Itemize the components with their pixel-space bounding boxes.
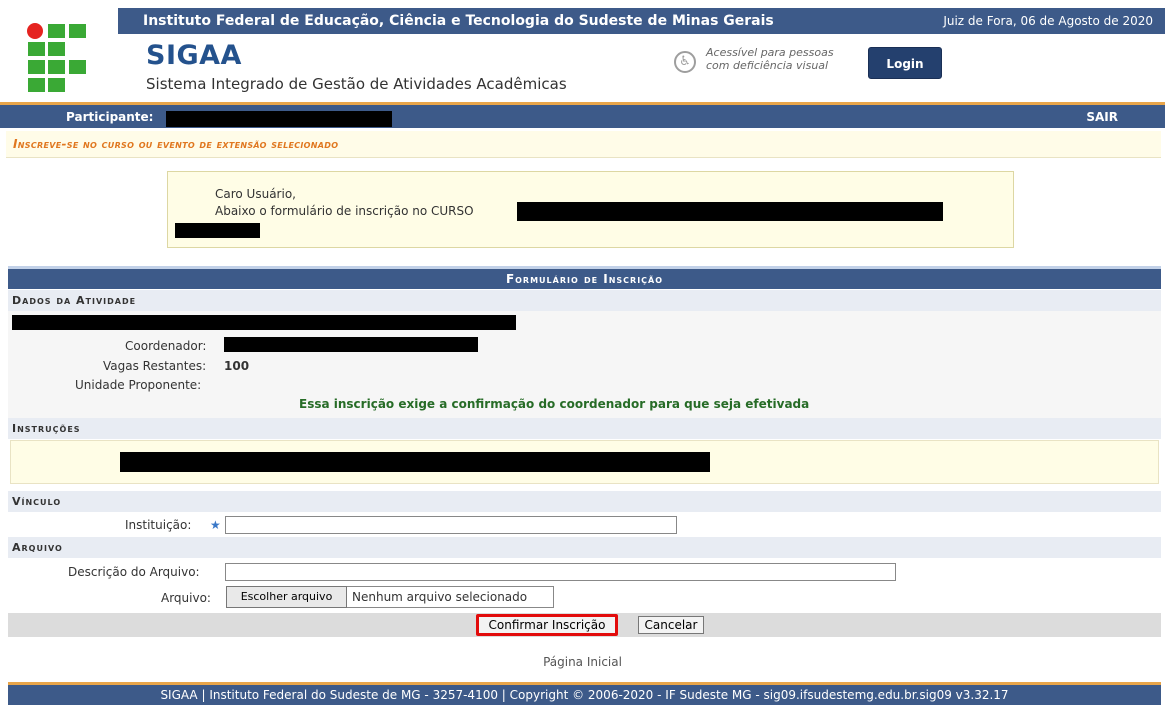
redacted-activity-title (12, 315, 516, 330)
institution-name: Instituto Federal de Educação, Ciência e… (143, 13, 774, 29)
coordinator-label: Coordenador: (125, 339, 207, 353)
proposing-unit-label: Unidade Proponente: (75, 378, 202, 392)
redacted-course-name-cont (175, 223, 260, 238)
institution-label: Instituição: (125, 518, 192, 532)
accessibility-text-line2: com deficiência visual (706, 59, 829, 72)
section-link: Vínculo (8, 491, 1161, 512)
redacted-coordinator-name (224, 337, 478, 352)
accessibility-icon[interactable]: ♿ (674, 51, 696, 73)
accessibility-text-line1: Acessível para pessoas (706, 46, 834, 59)
institution-input[interactable] (225, 516, 677, 534)
home-link[interactable]: Página Inicial (0, 655, 1165, 669)
logout-link[interactable]: SAIR (1086, 110, 1118, 124)
section-instructions: Instruções (8, 418, 1161, 439)
redacted-instructions-text (120, 452, 710, 472)
confirm-enrollment-button[interactable]: Confirmar Inscrição (476, 614, 618, 636)
file-description-label: Descrição do Arquivo: (68, 565, 200, 579)
cancel-button[interactable]: Cancelar (638, 616, 704, 634)
vacancies-label: Vagas Restantes: (103, 359, 207, 373)
participant-label: Participante: (66, 110, 154, 124)
message-greeting: Caro Usuário, (215, 187, 296, 201)
section-file: Arquivo (8, 537, 1161, 558)
footer: SIGAA | Instituto Federal do Sudeste de … (8, 682, 1161, 705)
choose-file-button[interactable]: Escolher arquivo (226, 586, 347, 608)
file-label: Arquivo: (161, 591, 211, 605)
file-status-text: Nenhum arquivo selecionado (347, 586, 554, 608)
app-subtitle: Sistema Integrado de Gestão de Atividade… (146, 75, 567, 93)
header-date: Juiz de Fora, 06 de Agosto de 2020 (943, 14, 1153, 28)
accessibility-link[interactable]: Acessível para pessoas com deficiência v… (706, 46, 856, 72)
vacancies-value: 100 (224, 359, 250, 373)
sigaa-page: Instituto Federal de Educação, Ciência e… (0, 0, 1165, 705)
section-activity-data: Dados da Atividade (8, 290, 1161, 311)
required-star-icon: ★ (210, 518, 221, 532)
confirmation-notice: Essa inscrição exige a confirmação do co… (299, 397, 810, 411)
form-caption: Formulário de Inscrição (8, 266, 1161, 289)
file-description-input[interactable] (225, 563, 896, 581)
page-title: Inscreve-se no curso ou evento de extens… (13, 137, 339, 151)
message-text: Abaixo o formulário de inscrição no CURS… (215, 204, 474, 218)
app-title: SIGAA (146, 40, 242, 71)
redacted-course-name (517, 202, 943, 221)
redacted-participant-name (166, 111, 392, 127)
login-button[interactable]: Login (868, 47, 942, 79)
ifsudeste-logo (27, 23, 86, 92)
